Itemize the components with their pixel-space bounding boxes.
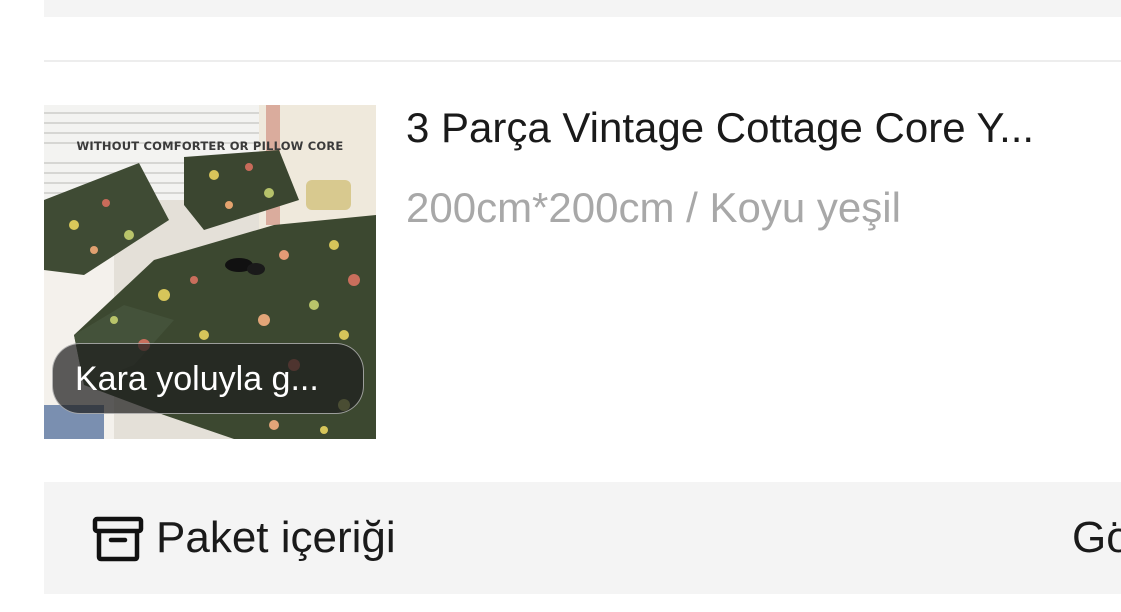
previous-section-bar bbox=[44, 0, 1121, 17]
shipping-method-badge: Kara yoluyla g... bbox=[52, 343, 364, 414]
product-title[interactable]: 3 Parça Vintage Cottage Core Y... bbox=[406, 105, 1111, 151]
product-thumbnail[interactable]: WITHOUT COMFORTER OR PILLOW CORE Kara yo… bbox=[44, 105, 376, 439]
package-contents-label: Paket içeriği bbox=[156, 513, 396, 562]
view-package-link[interactable]: Gö bbox=[1072, 512, 1121, 564]
archive-box-icon bbox=[92, 516, 144, 562]
package-contents-row[interactable]: Paket içeriği Gö bbox=[44, 482, 1121, 594]
product-item[interactable]: WITHOUT COMFORTER OR PILLOW CORE Kara yo… bbox=[44, 105, 1121, 440]
product-variant: 200cm*200cm / Koyu yeşil bbox=[406, 184, 901, 231]
image-caption: WITHOUT COMFORTER OR PILLOW CORE bbox=[76, 139, 344, 153]
section-divider bbox=[44, 60, 1121, 62]
order-item-page: WITHOUT COMFORTER OR PILLOW CORE Kara yo… bbox=[0, 0, 1121, 612]
